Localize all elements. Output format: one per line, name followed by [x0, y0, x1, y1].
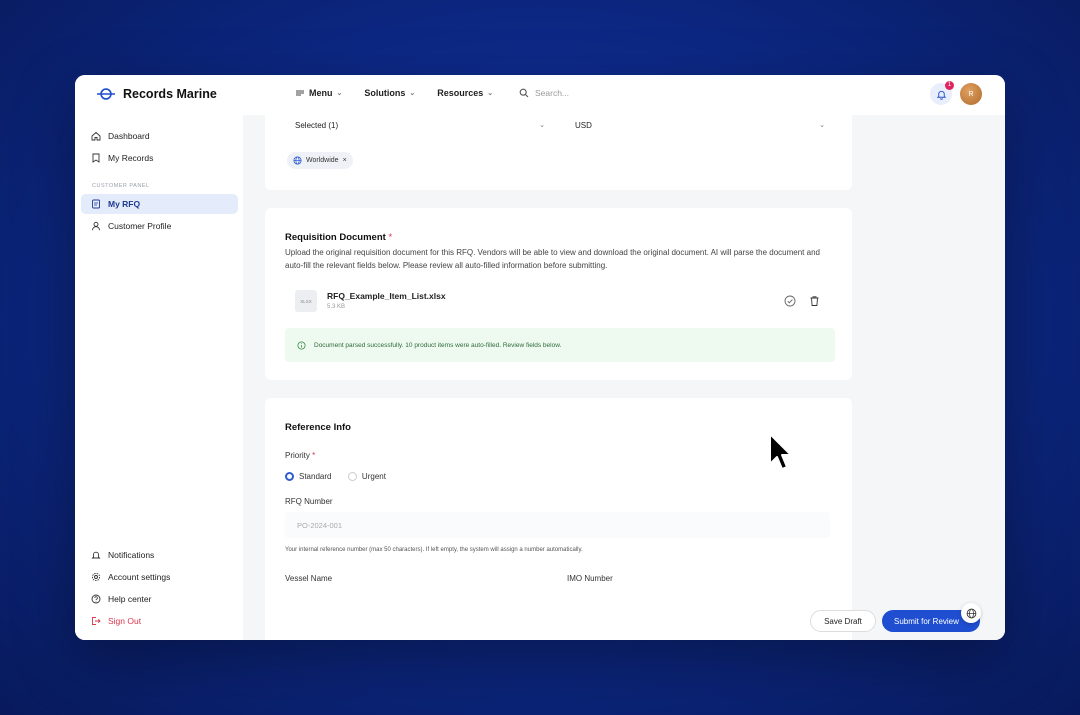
- nav-menu[interactable]: Menu ⌄: [295, 88, 342, 98]
- reference-title: Reference Info: [285, 422, 351, 433]
- sidebar-item-dashboard[interactable]: Dashboard: [81, 126, 238, 146]
- priority-standard-label: Standard: [299, 472, 332, 481]
- nav-menu-label: Menu: [309, 88, 333, 98]
- priority-urgent-label: Urgent: [361, 472, 386, 481]
- priority-urgent-radio[interactable]: Urgent: [347, 472, 386, 481]
- search-input[interactable]: Search...: [519, 88, 569, 98]
- sidebar-item-my-records[interactable]: My Records: [81, 148, 238, 168]
- globe-icon: [966, 608, 976, 618]
- priority-radio-group: Standard Urgent: [285, 468, 398, 486]
- radio-unselected-icon: [347, 472, 357, 481]
- app-window: Records Marine Menu ⌄ Solutions ⌄ Resour…: [75, 75, 1005, 640]
- currency-select[interactable]: USD ⌄: [575, 121, 825, 130]
- bookmark-icon: [92, 153, 100, 163]
- top-header: Records Marine Menu ⌄ Solutions ⌄ Resour…: [75, 75, 1005, 115]
- main-nav: Menu ⌄ Solutions ⌄ Resources ⌄: [295, 88, 493, 98]
- sidebar-item-help-center[interactable]: Help center: [81, 589, 238, 609]
- document-icon: [92, 199, 100, 209]
- rfq-number-label: RFQ Number: [285, 497, 333, 506]
- required-mark: *: [312, 451, 316, 460]
- vessel-name-label: Vessel Name: [285, 574, 333, 583]
- imo-number-label: IMO Number: [567, 574, 613, 583]
- sidebar-item-label: Account settings: [108, 572, 171, 582]
- parse-success-message: Document parsed successfully. 10 product…: [314, 341, 562, 349]
- sidebar-item-label: Dashboard: [108, 131, 150, 141]
- priority-label: Priority *: [285, 451, 315, 460]
- language-button[interactable]: [961, 603, 981, 623]
- brand-logo[interactable]: Records Marine: [97, 87, 217, 101]
- save-draft-button[interactable]: Save Draft: [810, 610, 876, 632]
- sidebar-item-notifications[interactable]: Notifications: [81, 545, 238, 565]
- trash-icon[interactable]: [809, 295, 820, 307]
- main-content: Selected (1) ⌄ USD ⌄ Worldwide × Requisi…: [243, 115, 1005, 640]
- radio-selected-icon: [285, 472, 294, 481]
- sidebar-item-sign-out[interactable]: Sign Out: [81, 611, 238, 631]
- reference-info-card: Reference Info Priority * Standard Urgen…: [265, 398, 852, 640]
- nav-solutions-label: Solutions: [364, 88, 406, 98]
- globe-icon: [293, 156, 302, 165]
- chevron-down-icon: ⌄: [409, 90, 416, 97]
- requisition-title: Requisition Document *: [285, 232, 392, 243]
- home-icon: [91, 131, 101, 141]
- requisition-title-text: Requisition Document: [285, 232, 386, 243]
- required-mark: *: [388, 232, 393, 243]
- avatar[interactable]: R: [960, 83, 982, 105]
- search-icon: [519, 88, 529, 98]
- menu-icon: [296, 90, 304, 96]
- chevron-down-icon: ⌄: [487, 90, 494, 97]
- parse-success-banner: Document parsed successfully. 10 product…: [285, 328, 835, 362]
- nav-solutions[interactable]: Solutions ⌄: [364, 88, 415, 98]
- region-select-value: Selected (1): [295, 121, 339, 130]
- sidebar-item-customer-profile[interactable]: Customer Profile: [81, 216, 238, 236]
- sidebar-section-label: CUSTOMER PANEL: [92, 183, 150, 189]
- user-icon: [92, 221, 100, 231]
- notifications-button[interactable]: 1: [930, 81, 954, 105]
- region-currency-card: Selected (1) ⌄ USD ⌄ Worldwide ×: [265, 115, 852, 190]
- check-circle-icon: [784, 295, 796, 307]
- nav-resources-label: Resources: [437, 88, 484, 98]
- file-size: 5.3 KB: [327, 304, 346, 310]
- sign-out-icon: [92, 617, 101, 625]
- region-select[interactable]: Selected (1) ⌄: [295, 121, 545, 130]
- priority-label-text: Priority: [285, 451, 310, 460]
- sidebar-item-account-settings[interactable]: Account settings: [81, 567, 238, 587]
- brand-name: Records Marine: [123, 87, 217, 101]
- file-name[interactable]: RFQ_Example_Item_List.xlsx: [327, 291, 446, 301]
- sidebar-item-label: Customer Profile: [108, 221, 172, 231]
- requisition-description: Upload the original requisition document…: [285, 248, 820, 270]
- region-chip: Worldwide ×: [287, 152, 353, 169]
- logo-icon: [97, 88, 115, 100]
- sidebar-item-my-rfq[interactable]: My RFQ: [81, 194, 238, 214]
- sidebar: Dashboard My Records CUSTOMER PANEL My R…: [75, 115, 243, 640]
- search-placeholder: Search...: [535, 88, 570, 98]
- currency-select-value: USD: [575, 121, 592, 130]
- priority-standard-radio[interactable]: Standard: [285, 472, 331, 481]
- sidebar-item-label: Sign Out: [108, 616, 142, 626]
- bell-icon: [936, 90, 946, 100]
- sidebar-item-label: Help center: [108, 594, 152, 604]
- rfq-number-input[interactable]: PO-2024-001: [285, 512, 830, 538]
- sidebar-item-label: My RFQ: [108, 199, 141, 209]
- requisition-document-card: Requisition Document * Upload the origin…: [265, 208, 852, 380]
- nav-resources[interactable]: Resources ⌄: [437, 88, 493, 98]
- chevron-down-icon: ⌄: [539, 122, 545, 129]
- chip-remove-icon[interactable]: ×: [343, 157, 347, 164]
- rfq-number-hint: Your internal reference number (max 50 c…: [285, 547, 583, 553]
- gear-icon: [91, 572, 101, 582]
- sidebar-item-label: Notifications: [108, 550, 155, 560]
- notification-badge: 1: [945, 81, 954, 90]
- info-circle-icon: [297, 340, 306, 350]
- file-type-icon: XLSX: [295, 290, 317, 312]
- chevron-down-icon: ⌄: [819, 122, 825, 129]
- region-chip-label: Worldwide: [306, 157, 339, 164]
- mouse-cursor-icon: [769, 433, 792, 470]
- bell-icon: [91, 551, 101, 559]
- sidebar-item-label: My Records: [108, 153, 154, 163]
- help-icon: [91, 594, 101, 604]
- submit-button-label: Submit for Review: [894, 616, 959, 626]
- chevron-down-icon: ⌄: [336, 90, 343, 97]
